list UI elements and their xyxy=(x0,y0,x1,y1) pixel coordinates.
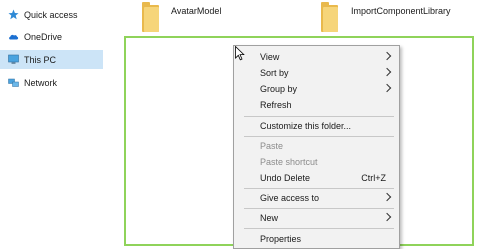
menu-separator xyxy=(244,228,394,229)
mouse-cursor-icon xyxy=(235,46,245,61)
menu-item-refresh[interactable]: Refresh xyxy=(234,97,399,113)
menu-item-paste-shortcut[interactable]: Paste shortcut xyxy=(234,154,399,170)
menu-item-undo-delete[interactable]: Undo Delete Ctrl+Z xyxy=(234,170,399,186)
menu-item-properties[interactable]: Properties xyxy=(234,231,399,247)
nav-item-network[interactable]: Network xyxy=(0,73,103,92)
folder-icon[interactable] xyxy=(321,2,338,32)
shortcut-label: Ctrl+Z xyxy=(361,173,386,183)
menu-separator xyxy=(244,188,394,189)
monitor-icon xyxy=(8,54,19,65)
folder-name-importcomponentlibrary[interactable]: ImportComponentLibrary xyxy=(351,6,451,16)
cloud-icon xyxy=(8,31,19,42)
nav-item-quick-access[interactable]: Quick access xyxy=(0,5,103,24)
menu-item-new[interactable]: New xyxy=(234,210,399,226)
nav-label: OneDrive xyxy=(24,31,63,42)
nav-item-onedrive[interactable]: OneDrive xyxy=(0,27,103,46)
navigation-pane: Quick access OneDrive This PC Network xyxy=(0,0,103,249)
menu-separator xyxy=(244,116,394,117)
folder-icon[interactable] xyxy=(142,2,159,32)
menu-item-paste[interactable]: Paste xyxy=(234,138,399,154)
menu-separator xyxy=(244,208,394,209)
menu-separator xyxy=(244,136,394,137)
folder-name-avatarmodel[interactable]: AvatarModel xyxy=(171,6,221,16)
menu-item-view[interactable]: View xyxy=(234,49,399,65)
nav-label: This PC xyxy=(24,54,57,65)
nav-label: Quick access xyxy=(24,9,78,20)
nav-item-this-pc[interactable]: This PC xyxy=(0,50,103,69)
network-icon xyxy=(8,77,19,88)
menu-item-sort-by[interactable]: Sort by xyxy=(234,65,399,81)
menu-item-customize-folder[interactable]: Customize this folder... xyxy=(234,118,399,134)
menu-item-group-by[interactable]: Group by xyxy=(234,81,399,97)
nav-label: Network xyxy=(24,77,58,88)
star-icon xyxy=(8,9,19,20)
menu-item-give-access-to[interactable]: Give access to xyxy=(234,190,399,206)
context-menu: View Sort by Group by Refresh Customize … xyxy=(233,45,400,249)
